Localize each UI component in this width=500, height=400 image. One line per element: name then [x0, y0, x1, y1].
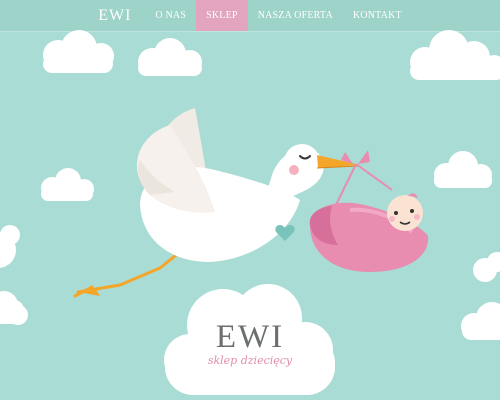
main-navigation: EWI O NAS SKLEP NASZA OFERTA KONTAKT	[0, 0, 500, 31]
cloud-mid-right	[434, 151, 492, 188]
hero-subtitle: sklep dziecięcy	[207, 354, 293, 367]
hero-title: EWI	[215, 319, 285, 355]
nav-item-sklep[interactable]: SKLEP	[196, 0, 248, 31]
nav-item-kontakt[interactable]: KONTAKT	[343, 0, 412, 31]
cloud-top-center	[138, 38, 202, 76]
cloud-top-right	[410, 30, 500, 80]
nav-item-nasza-oferta[interactable]: NASZA OFERTA	[248, 0, 343, 31]
baby-bundle-illustration	[309, 150, 429, 272]
cloud-left-edge	[0, 225, 28, 325]
cloud-right-edge	[461, 252, 500, 340]
stork-illustration	[73, 108, 360, 298]
nav-item-o-nas[interactable]: O NAS	[145, 0, 196, 31]
heart-icon	[275, 225, 295, 241]
hero-logo: EWI sklep dziecięcy	[200, 320, 300, 367]
brand-logo-link[interactable]: EWI	[88, 0, 145, 31]
cloud-top-left	[43, 30, 114, 73]
cloud-mid-left	[41, 168, 94, 201]
